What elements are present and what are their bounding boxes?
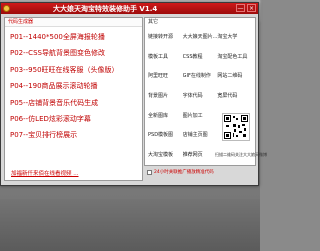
app-logo-icon [3, 5, 10, 12]
code-item-p07[interactable]: P07--宝贝排行榜展示 [10, 127, 142, 143]
qr-caption: 扫描二维码关注大大娘天微博 [215, 152, 267, 157]
autoplay-checkbox[interactable] [147, 169, 152, 175]
code-item-p06[interactable]: P06--仿LED炫彩滚动字幕 [10, 111, 142, 127]
tool-link[interactable]: 背景图片 [148, 92, 183, 99]
tool-link[interactable]: 模板工具 [148, 53, 183, 60]
window-controls: — × [236, 4, 256, 12]
app-window: 大大娘天淘宝特效装修助手 V1.4 — × 代码生成器 P01--1440*50… [0, 2, 267, 186]
code-generator-header: 代码生成器 [5, 18, 142, 27]
code-item-p05[interactable]: P05--店铺背景音乐代码生成 [10, 95, 142, 111]
tool-link[interactable]: 推荐网页 [183, 151, 218, 158]
tool-link[interactable]: 图片加工 [183, 112, 218, 119]
tool-link[interactable]: 阿里旺旺 [148, 72, 183, 79]
code-item-p02[interactable]: P02--CSS导航背景图变色修改 [10, 45, 142, 61]
minimize-button[interactable]: — [236, 4, 245, 12]
tool-link[interactable]: CSS教程 [183, 53, 218, 60]
other-tools-panel: 其它 链接转开源 大大娘天图片... 淘宝大学 模板工具 CSS教程 淘宝配色工… [144, 17, 267, 166]
tool-link[interactable]: 大淘宝模板 [148, 151, 183, 158]
desktop-background-footer [0, 199, 260, 251]
qr-code [222, 113, 250, 141]
qr-code-icon [224, 115, 248, 139]
code-generator-panel: 代码生成器 P01--1440*500全屏海报轮播 P02--CSS导航背景图变… [4, 17, 143, 181]
other-tools-header: 其它 [148, 19, 159, 25]
code-item-p01[interactable]: P01--1440*500全屏海报轮播 [10, 29, 142, 45]
tool-link[interactable]: 淘宝大学 [217, 33, 252, 40]
title-bar[interactable]: 大大娘天淘宝特效装修助手 V1.4 — × [1, 3, 258, 14]
tool-link[interactable]: 店铺主页图 [183, 131, 218, 138]
autoplay-label: 24小时关联推广播放精准代码 [154, 170, 214, 175]
tool-link[interactable]: 宽屏代码 [217, 92, 252, 99]
tool-link[interactable]: GIF在线制作 [183, 72, 218, 79]
tool-link[interactable]: 全新图库 [148, 112, 183, 119]
code-generator-list: P01--1440*500全屏海报轮播 P02--CSS导航背景图变色修改 P0… [5, 27, 142, 144]
autoplay-option[interactable]: 24小时关联推广播放精准代码 [147, 169, 214, 175]
video-tutorial-link[interactable]: 加福新仟来佰在线看视频 ... [11, 169, 79, 177]
tool-link[interactable]: 字体代码 [183, 92, 218, 99]
window-title: 大大娘天淘宝特效装修助手 V1.4 [53, 5, 158, 13]
code-item-p04[interactable]: P04--190商品展示滚动轮播 [10, 78, 142, 94]
tool-link[interactable]: 链接转开源 [148, 33, 183, 40]
tool-link[interactable]: 大大娘天图片... [183, 33, 218, 40]
tool-link[interactable]: PSD模板图 [148, 131, 183, 138]
tool-link[interactable]: 淘宝配色工具 [217, 53, 252, 60]
code-item-p03[interactable]: P03--950旺旺在线客服（头像版） [10, 62, 142, 78]
tool-link[interactable]: 网站二维码 [217, 72, 252, 79]
close-button[interactable]: × [247, 4, 256, 12]
